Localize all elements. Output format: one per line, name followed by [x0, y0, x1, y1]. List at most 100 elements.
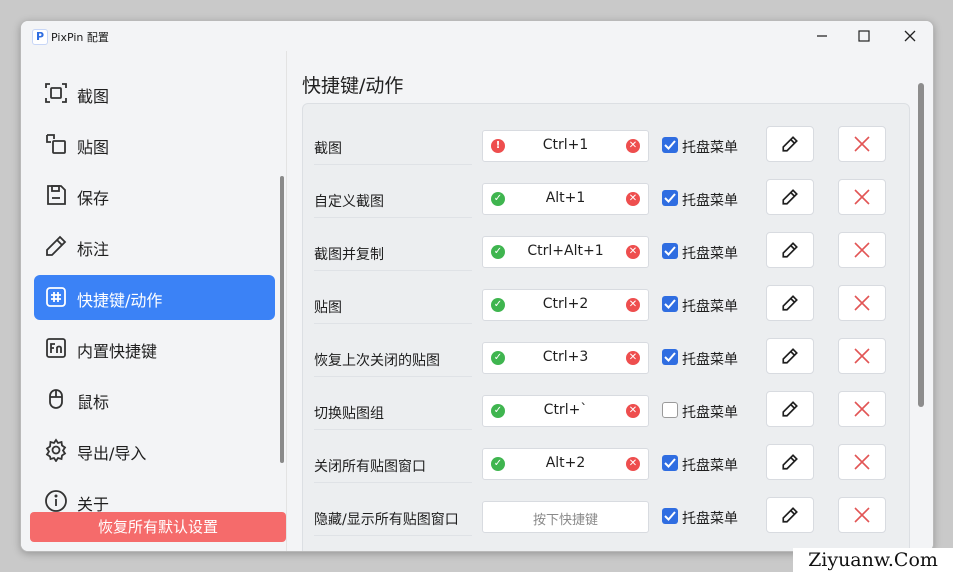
tray-menu-checkbox[interactable]: [662, 402, 678, 418]
shortcut-action-label: 切换贴图组: [314, 406, 384, 422]
hotkey-input[interactable]: ✓ Alt+1 ✕: [482, 183, 649, 215]
sidebar-item-label: 贴图: [77, 138, 110, 157]
minimize-button[interactable]: [799, 21, 845, 51]
tray-menu-checkbox[interactable]: [662, 455, 678, 471]
delete-button[interactable]: [838, 444, 886, 480]
shortcut-action-label: 截图并复制: [314, 247, 384, 263]
hotkey-input[interactable]: 按下快捷键: [482, 501, 649, 533]
clear-hotkey-icon[interactable]: ✕: [626, 298, 640, 312]
clear-hotkey-icon[interactable]: ✕: [626, 192, 640, 206]
minimize-icon: [817, 35, 827, 37]
sidebar-item-5[interactable]: 快捷键/动作: [34, 275, 275, 320]
delete-button[interactable]: [838, 179, 886, 215]
hotkey-input[interactable]: ✓ Ctrl+` ✕: [482, 395, 649, 427]
shortcut-action-label: 隐藏/显示所有贴图窗口: [314, 512, 459, 528]
reset-defaults-button[interactable]: 恢复所有默认设置: [30, 512, 286, 542]
tray-menu-label: 托盘菜单: [682, 299, 738, 315]
delete-button[interactable]: [838, 126, 886, 162]
close-icon: [904, 30, 916, 42]
delete-button[interactable]: [838, 497, 886, 533]
hotkey-input[interactable]: ✓ Ctrl+Alt+1 ✕: [482, 236, 649, 268]
edit-button[interactable]: [766, 338, 814, 374]
pencil-icon: [44, 234, 68, 258]
fn-key-icon: [44, 336, 68, 360]
shortcut-row: 关闭所有贴图窗口 ✓ Alt+2 ✕ 托盘菜单: [314, 444, 904, 497]
tray-menu-label: 托盘菜单: [682, 405, 738, 421]
hotkey-input[interactable]: ✓ Ctrl+2 ✕: [482, 289, 649, 321]
screenshot-icon: [44, 81, 68, 105]
edit-button[interactable]: [766, 497, 814, 533]
pixpin-logo-icon: P: [32, 29, 48, 45]
tray-menu-label: 托盘菜单: [682, 246, 738, 262]
tray-menu-checkbox[interactable]: [662, 190, 678, 206]
row-divider: [314, 376, 472, 377]
edit-button[interactable]: [766, 391, 814, 427]
delete-button[interactable]: [838, 338, 886, 374]
edit-button[interactable]: [766, 232, 814, 268]
hotkey-input[interactable]: ✓ Alt+2 ✕: [482, 448, 649, 480]
tray-menu-checkbox[interactable]: [662, 508, 678, 524]
tray-menu-label: 托盘菜单: [682, 352, 738, 368]
title-bar: P PixPin 配置: [21, 21, 933, 51]
tray-menu-label: 托盘菜单: [682, 140, 738, 156]
sidebar-item-label: 快捷键/动作: [77, 291, 163, 310]
page-title: 快捷键/动作: [302, 75, 404, 97]
tray-menu-label: 托盘菜单: [682, 193, 738, 209]
watermark: Ziyuanw.Com: [793, 548, 953, 572]
info-icon: [44, 489, 68, 513]
gear-icon: [44, 438, 68, 463]
edit-button[interactable]: [766, 444, 814, 480]
sidebar-item-2[interactable]: 贴图: [34, 122, 275, 167]
shortcut-row: 切换贴图组 ✓ Ctrl+` ✕ 托盘菜单: [314, 391, 904, 444]
clear-hotkey-icon[interactable]: ✕: [626, 139, 640, 153]
clear-hotkey-icon[interactable]: ✕: [626, 404, 640, 418]
tray-menu-checkbox[interactable]: [662, 349, 678, 365]
hotkey-value: Ctrl+3: [542, 349, 589, 365]
sidebar-item-4[interactable]: 标注: [34, 224, 275, 269]
shortcut-row: 截图! Ctrl+1 ✕ 托盘菜单: [314, 126, 904, 179]
delete-button[interactable]: [838, 285, 886, 321]
sidebar-item-6[interactable]: 内置快捷键: [34, 326, 275, 371]
edit-button[interactable]: [766, 126, 814, 162]
tray-menu-label: 托盘菜单: [682, 458, 738, 474]
window-title: PixPin 配置: [51, 31, 109, 44]
sidebar-item-label: 保存: [77, 189, 110, 208]
pin-icon: [44, 132, 68, 156]
sidebar-item-8[interactable]: 导出/导入: [34, 428, 275, 473]
mouse-icon: [44, 387, 68, 411]
delete-button[interactable]: [838, 232, 886, 268]
tray-menu-checkbox[interactable]: [662, 296, 678, 312]
hotkey-input[interactable]: ! Ctrl+1 ✕: [482, 130, 649, 162]
sidebar-item-7[interactable]: 鼠标: [34, 377, 275, 422]
delete-button[interactable]: [838, 391, 886, 427]
shortcut-row: 隐藏/显示所有贴图窗口 按下快捷键 托盘菜单: [314, 497, 904, 550]
clear-hotkey-icon[interactable]: ✕: [626, 245, 640, 259]
clear-hotkey-icon[interactable]: ✕: [626, 351, 640, 365]
sidebar-item-label: 内置快捷键: [77, 342, 158, 361]
sidebar-item-1[interactable]: 截图: [34, 71, 275, 116]
row-divider: [314, 323, 472, 324]
clear-hotkey-icon[interactable]: ✕: [626, 457, 640, 471]
main-content: 快捷键/动作 截图! Ctrl+1 ✕ 托盘菜单 自定义截图 ✓ Alt+1 ✕ 托盘菜单 截图并…: [287, 51, 933, 551]
edit-button[interactable]: [766, 285, 814, 321]
tray-menu-checkbox[interactable]: [662, 243, 678, 259]
shortcut-action-label: 截图: [314, 141, 342, 157]
close-button[interactable]: [887, 21, 933, 51]
hashtag-icon: [44, 285, 68, 309]
main-scrollbar[interactable]: [918, 83, 924, 407]
sidebar-scrollbar[interactable]: [280, 176, 284, 463]
edit-button[interactable]: [766, 179, 814, 215]
maximize-button[interactable]: [841, 21, 887, 51]
sidebar-item-label: 鼠标: [77, 393, 110, 412]
hotkey-value: Ctrl+1: [542, 137, 589, 153]
sidebar-item-label: 标注: [77, 240, 110, 259]
shortcut-row: 贴图 ✓ Ctrl+2 ✕ 托盘菜单: [314, 285, 904, 338]
settings-window: P PixPin 配置 截图 贴图 保存 标注 快捷键/动作 内置快捷键 鼠标 导出/导入 关于…: [20, 20, 934, 552]
shortcut-action-label: 关闭所有贴图窗口: [314, 459, 426, 475]
shortcut-action-label: 恢复上次关闭的贴图: [314, 353, 440, 369]
tray-menu-checkbox[interactable]: [662, 137, 678, 153]
sidebar-item-3[interactable]: 保存: [34, 173, 275, 218]
row-divider: [314, 270, 472, 271]
hotkey-input[interactable]: ✓ Ctrl+3 ✕: [482, 342, 649, 374]
shortcut-row: 恢复上次关闭的贴图 ✓ Ctrl+3 ✕ 托盘菜单: [314, 338, 904, 391]
